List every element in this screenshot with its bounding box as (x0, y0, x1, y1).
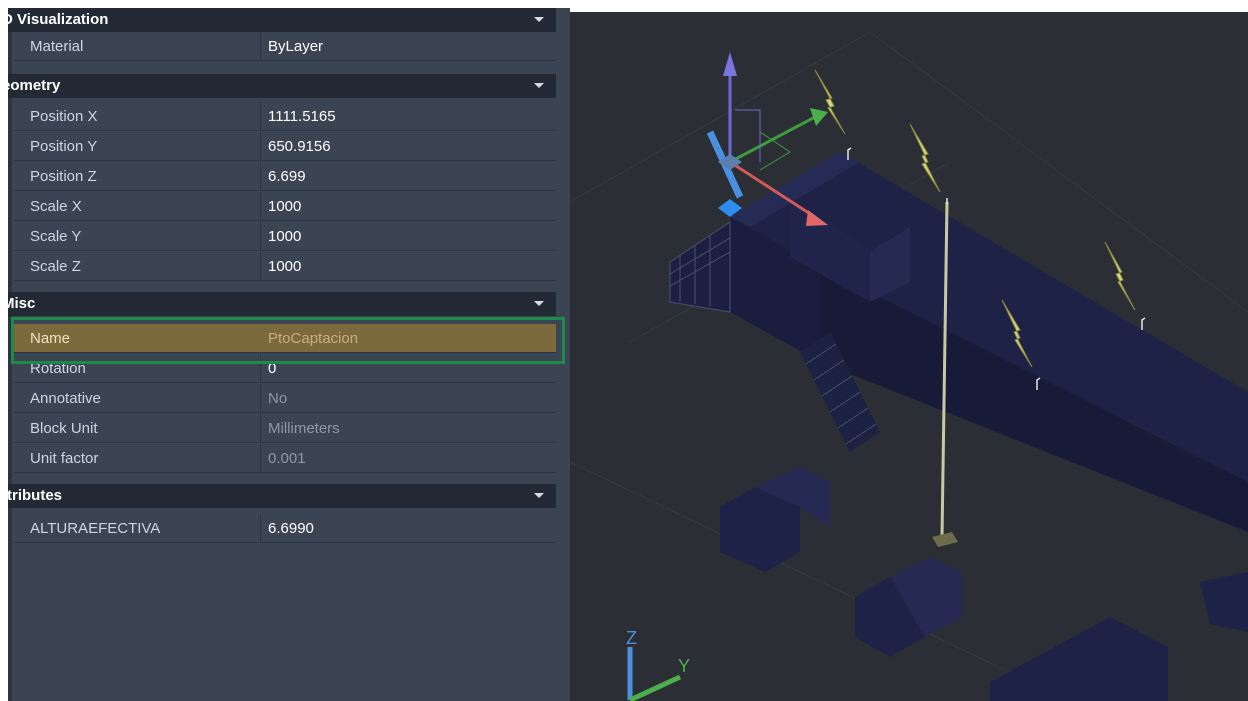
group-header-misc[interactable]: Misc (8, 292, 556, 316)
group-header-attributes[interactable]: ttributes (8, 484, 556, 508)
property-key: Annotative (30, 390, 101, 407)
property-row-material[interactable]: Material ByLayer (14, 32, 556, 61)
group-title: eometry (8, 77, 61, 94)
property-value[interactable]: 0 (268, 354, 276, 383)
property-row-name[interactable]: Name PtoCaptacion (14, 324, 556, 353)
mast-base (932, 532, 958, 547)
model-viewport[interactable]: Z Y (570, 12, 1248, 701)
collapse-caret-icon[interactable] (534, 83, 544, 88)
property-key: Scale X (30, 198, 82, 215)
collapse-caret-icon[interactable] (534, 493, 544, 498)
viewport-canvas[interactable]: Z Y (570, 12, 1248, 701)
group-title: Misc (8, 295, 36, 312)
ucs-y-label: Y (678, 656, 690, 676)
property-value[interactable]: 1111.5165 (268, 102, 336, 131)
property-value[interactable]: 6.699 (268, 162, 306, 191)
property-row-rotation[interactable]: Rotation 0 (14, 354, 556, 383)
ucs-icon (627, 647, 682, 701)
property-key: Position X (30, 108, 98, 125)
ucs-z-label: Z (626, 628, 637, 648)
property-row-scale-y[interactable]: Scale Y 1000 (14, 222, 556, 251)
lightning-icon (814, 69, 846, 135)
collapse-caret-icon[interactable] (534, 17, 544, 22)
property-key: Unit factor (30, 450, 99, 467)
property-key: Position Y (30, 138, 98, 155)
property-value[interactable]: ByLayer (268, 32, 323, 61)
property-key: Material (30, 38, 84, 55)
property-value: 0.001 (268, 450, 306, 467)
property-key: Scale Z (30, 258, 81, 275)
group-title: D Visualization (8, 11, 109, 28)
property-value[interactable]: PtoCaptacion (268, 324, 358, 353)
property-key: Scale Y (30, 228, 82, 245)
property-value[interactable]: 1000 (268, 192, 301, 221)
group-title: ttributes (8, 487, 62, 504)
panel-scroll-strip[interactable] (8, 8, 12, 701)
property-key: Block Unit (30, 420, 98, 437)
property-row-alturaefectiva[interactable]: ALTURAEFECTIVA 6.6990 (14, 514, 556, 543)
property-value: Millimeters (268, 420, 340, 437)
property-value[interactable]: 1000 (268, 222, 301, 251)
property-row-position-x[interactable]: Position X 1111.5165 (14, 102, 556, 131)
property-row-scale-x[interactable]: Scale X 1000 (14, 192, 556, 221)
property-row-position-z[interactable]: Position Z 6.699 (14, 162, 556, 191)
property-row-position-y[interactable]: Position Y 650.9156 (14, 132, 556, 161)
property-row-unit-factor[interactable]: Unit factor 0.001 (14, 444, 556, 473)
collapse-caret-icon[interactable] (534, 301, 544, 306)
property-key: Name (30, 330, 71, 347)
property-value[interactable]: 650.9156 (268, 132, 331, 161)
property-value[interactable]: 6.6990 (268, 514, 314, 543)
block-objects (720, 467, 1248, 701)
properties-panel: D Visualization Material ByLayer eometry… (8, 8, 570, 701)
property-value: No (268, 390, 288, 407)
lightning-icon (1104, 241, 1136, 311)
property-row-block-unit[interactable]: Block Unit Millimeters (14, 414, 556, 443)
property-key: ALTURAEFECTIVA (30, 520, 161, 537)
property-row-annotative[interactable]: Annotative No (14, 384, 556, 413)
property-key: Position Z (30, 168, 97, 185)
property-value[interactable]: 1000 (268, 252, 301, 281)
z-axis-arrow-icon (723, 52, 737, 76)
platform-railing (669, 221, 731, 313)
property-key: Rotation (30, 360, 86, 377)
group-header-geometry[interactable]: eometry (8, 74, 556, 98)
group-header-3d-visualization[interactable]: D Visualization (8, 8, 556, 32)
property-row-scale-z[interactable]: Scale Z 1000 (14, 252, 556, 281)
